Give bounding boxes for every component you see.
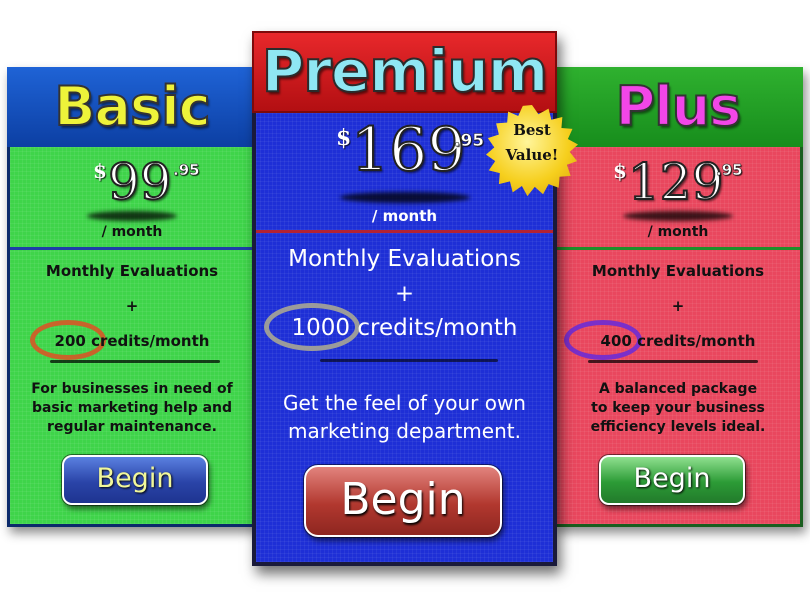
plus-credits-underline xyxy=(588,360,758,363)
plus-credits: 400 credits/month xyxy=(600,332,756,350)
plus-description-line: efficiency levels ideal. xyxy=(590,419,766,435)
basic-credits-underline xyxy=(50,360,220,363)
basic-begin-button[interactable]: Begin xyxy=(61,454,209,506)
plus-feature: Monthly Evaluations xyxy=(591,262,765,280)
premium-currency-symbol: $ xyxy=(336,125,352,151)
premium-price-amount: 169 xyxy=(350,114,467,186)
basic-price-shadow xyxy=(87,211,177,221)
basic-description-line: For businesses in need of xyxy=(31,381,233,397)
premium-divider xyxy=(256,230,553,233)
premium-description: Get the feel of your own marketing depar… xyxy=(256,389,553,445)
basic-plan-card: Basic $ 99 .95 / month Monthly Evaluatio… xyxy=(7,67,257,527)
premium-credits: 1000 credits/month xyxy=(291,315,518,341)
plus-price-cents: .95 xyxy=(716,161,743,180)
plus-description: A balanced package to keep your business… xyxy=(556,380,800,437)
premium-plan-header: Premium xyxy=(252,31,557,113)
premium-feature: Monthly Evaluations xyxy=(288,246,521,272)
basic-currency-symbol: $ xyxy=(93,159,107,183)
plus-plus-sign: + xyxy=(671,297,685,315)
basic-period: / month xyxy=(101,224,163,240)
plus-price-amount: 129 xyxy=(627,152,724,212)
basic-description: For businesses in need of basic marketin… xyxy=(10,380,254,437)
basic-plus-sign: + xyxy=(125,297,139,315)
plus-begin-button[interactable]: Begin xyxy=(598,454,746,506)
premium-period: / month xyxy=(371,207,438,225)
basic-description-line: basic marketing help and xyxy=(31,400,233,416)
premium-plan-title: Premium xyxy=(261,36,550,106)
basic-plan-title: Basic xyxy=(53,74,211,139)
basic-plan-header: Basic xyxy=(7,67,257,147)
premium-description-line: marketing department. xyxy=(288,419,521,443)
premium-credits-underline xyxy=(320,359,498,362)
plus-plan-header: Plus xyxy=(553,67,803,147)
premium-begin-button[interactable]: Begin xyxy=(303,464,503,538)
basic-price-cents: .95 xyxy=(173,161,200,180)
plus-divider xyxy=(556,247,800,250)
best-value-label-line: Best xyxy=(513,121,551,139)
basic-description-line: regular maintenance. xyxy=(47,419,217,435)
plus-price-shadow xyxy=(623,211,733,221)
plus-plan-card: Plus $ 129 .95 / month Monthly Evaluatio… xyxy=(553,67,803,527)
plus-period: / month xyxy=(647,224,709,240)
basic-divider xyxy=(10,247,254,250)
premium-price-cents: .95 xyxy=(454,131,485,152)
basic-price-amount: 99 xyxy=(107,152,173,212)
basic-credits: 200 credits/month xyxy=(54,332,210,350)
plus-plan-title: Plus xyxy=(615,74,743,139)
premium-description-line: Get the feel of your own xyxy=(283,391,526,415)
basic-feature: Monthly Evaluations xyxy=(45,262,219,280)
premium-plan-card: Premium $ 169 .95 / month Monthly Evalua… xyxy=(252,31,557,566)
premium-price-shadow xyxy=(339,192,470,203)
best-value-label-line: Value! xyxy=(505,146,559,164)
plus-currency-symbol: $ xyxy=(613,159,627,183)
plus-description-line: A balanced package xyxy=(598,381,758,397)
plus-description-line: to keep your business xyxy=(591,400,765,416)
